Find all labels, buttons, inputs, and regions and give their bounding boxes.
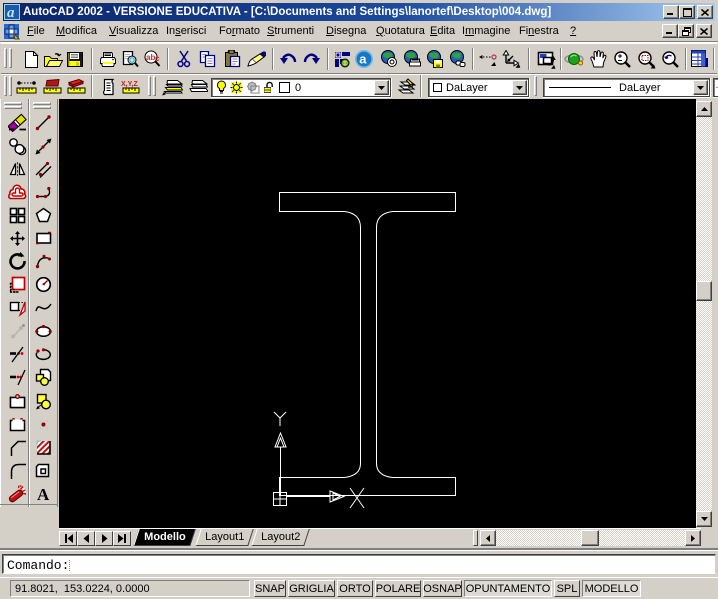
svg-text:a: a — [7, 5, 15, 20]
svg-text:a: a — [359, 52, 367, 67]
svg-text:A: A — [37, 485, 50, 503]
svg-text:X,Y,Z: X,Y,Z — [121, 81, 138, 88]
